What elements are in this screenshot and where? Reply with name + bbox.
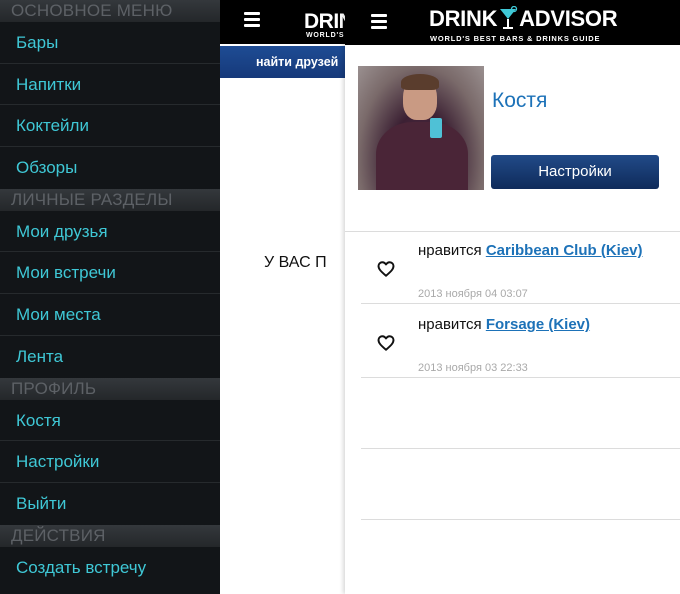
- menu-item-create-meeting[interactable]: Создать встречу: [0, 547, 220, 589]
- menu-item-my-places[interactable]: Мои места: [0, 294, 220, 336]
- menu-item-my-friends[interactable]: Мои друзья: [0, 211, 220, 253]
- hamburger-icon[interactable]: [244, 12, 260, 30]
- menu-section-header: ДЕЙСТВИЯ: [0, 524, 220, 547]
- side-menu: ОСНОВНОЕ МЕНЮ Бары Напитки Коктейли Обзо…: [0, 0, 220, 594]
- feed-text: нравится Forsage (Kiev): [418, 316, 590, 333]
- background-topbar: DRINK WORLD'S: [220, 0, 345, 44]
- menu-item-settings[interactable]: Настройки: [0, 441, 220, 483]
- empty-message: У ВАС П: [264, 254, 327, 271]
- heart-icon[interactable]: [377, 334, 395, 352]
- menu-item-cocktails[interactable]: Коктейли: [0, 105, 220, 148]
- logo-text-drink: DRINK: [429, 6, 498, 31]
- place-link[interactable]: Caribbean Club (Kiev): [486, 242, 643, 259]
- logo-text-advisor: ADVISOR: [519, 6, 618, 31]
- menu-item-my-meetings[interactable]: Мои встречи: [0, 252, 220, 295]
- top-navigation-bar: DRINK ADVISOR WORLD'S BEST BARS & DRINKS…: [345, 0, 680, 45]
- menu-item-reviews[interactable]: Обзоры: [0, 147, 220, 189]
- logo-text: DRINK: [304, 10, 345, 33]
- feed-text: нравится Caribbean Club (Kiev): [418, 242, 643, 259]
- background-page: DRINK WORLD'S найти друзей У ВАС П: [220, 0, 345, 594]
- menu-item-profile[interactable]: Костя: [0, 400, 220, 442]
- feed-verb: нравится: [418, 242, 482, 259]
- empty-list-row: [361, 379, 680, 449]
- menu-section-header: ПРОФИЛЬ: [0, 377, 220, 400]
- menu-section-header: ЛИЧНЫЕ РАЗДЕЛЫ: [0, 188, 220, 211]
- logo-tagline: WORLD'S BEST BARS & DRINKS GUIDE: [430, 34, 601, 43]
- menu-section-header: ОСНОВНОЕ МЕНЮ: [0, 0, 220, 22]
- menu-item-feed[interactable]: Лента: [0, 336, 220, 378]
- profile-page: DRINK ADVISOR WORLD'S BEST BARS & DRINKS…: [345, 0, 680, 594]
- list-item: нравится Caribbean Club (Kiev) 2013 нояб…: [361, 232, 680, 304]
- hamburger-icon[interactable]: [371, 14, 387, 32]
- find-friends-tab[interactable]: найти друзей: [220, 46, 345, 78]
- heart-icon[interactable]: [377, 260, 395, 278]
- menu-item-bars[interactable]: Бары: [0, 22, 220, 64]
- settings-button[interactable]: Настройки: [491, 155, 659, 189]
- timestamp: 2013 ноября 03 22:33: [418, 362, 528, 374]
- list-item: нравится Forsage (Kiev) 2013 ноября 03 2…: [361, 306, 680, 378]
- menu-item-logout[interactable]: Выйти: [0, 483, 220, 525]
- place-link[interactable]: Forsage (Kiev): [486, 316, 590, 333]
- empty-list-row: [361, 449, 680, 520]
- timestamp: 2013 ноября 04 03:07: [418, 288, 528, 300]
- profile-name: Костя: [492, 89, 548, 112]
- feed-verb: нравится: [418, 316, 482, 333]
- cocktail-glass-icon: [500, 6, 518, 29]
- menu-item-drinks[interactable]: Напитки: [0, 64, 220, 106]
- app-logo[interactable]: DRINK ADVISOR: [429, 6, 618, 32]
- logo-tagline: WORLD'S: [306, 32, 345, 39]
- avatar[interactable]: [358, 66, 484, 190]
